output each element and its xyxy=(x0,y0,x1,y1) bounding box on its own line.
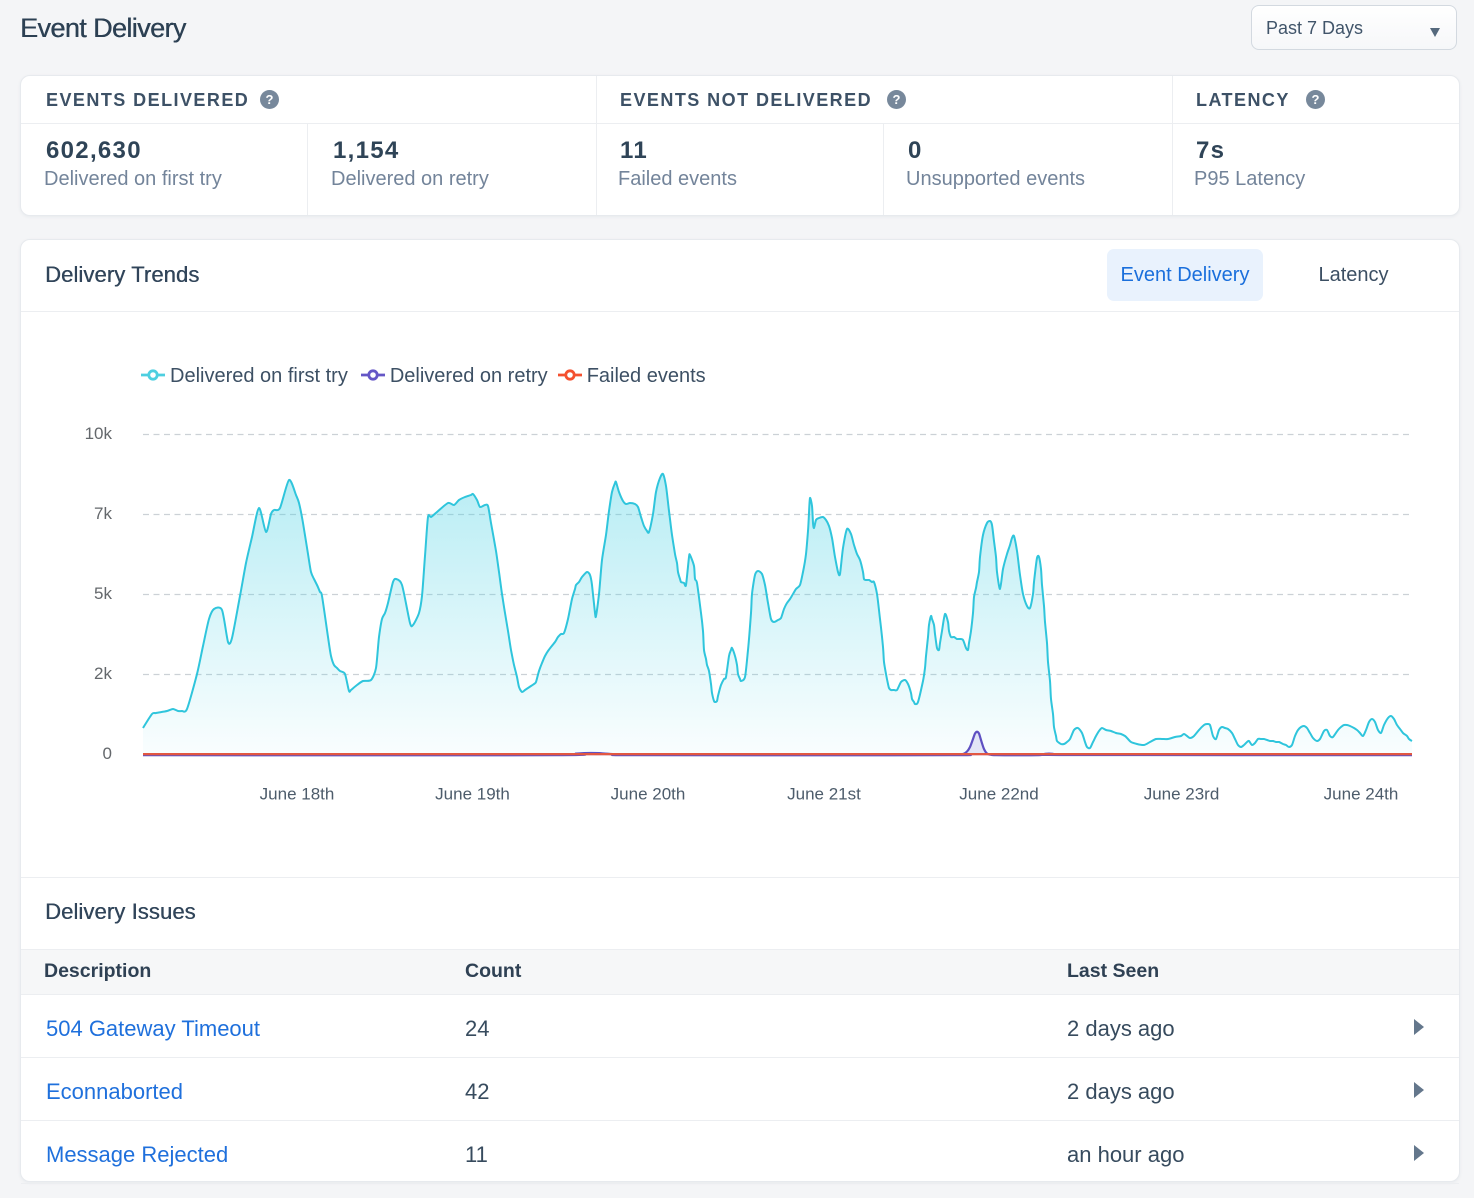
svg-text:June 23rd: June 23rd xyxy=(1144,785,1220,804)
svg-text:June 18th: June 18th xyxy=(260,785,335,804)
svg-text:0: 0 xyxy=(103,744,112,763)
svg-text:10k: 10k xyxy=(85,424,113,443)
svg-text:June 24th: June 24th xyxy=(1324,785,1399,804)
svg-text:2k: 2k xyxy=(94,664,112,683)
svg-text:June 19th: June 19th xyxy=(435,785,510,804)
svg-text:?: ? xyxy=(266,92,274,107)
svg-text:5k: 5k xyxy=(94,584,112,603)
svg-text:June 21st: June 21st xyxy=(787,785,861,804)
svg-text:June 22nd: June 22nd xyxy=(959,785,1038,804)
svg-text:7k: 7k xyxy=(94,504,112,523)
svg-text:June 20th: June 20th xyxy=(611,785,686,804)
svg-text:?: ? xyxy=(1312,92,1320,107)
svg-text:?: ? xyxy=(893,92,901,107)
